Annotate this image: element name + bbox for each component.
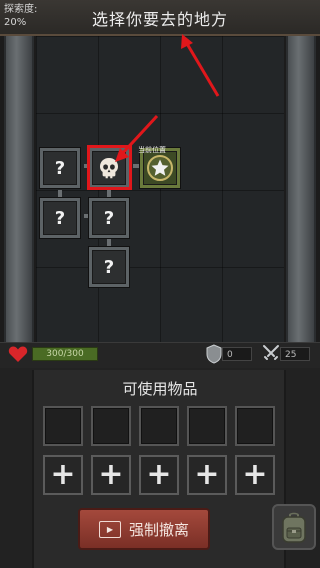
items-title: 可使用物品 <box>122 380 198 398</box>
add-item-button[interactable]: + <box>139 455 179 495</box>
backpack-icon <box>282 512 306 543</box>
star-icon <box>147 155 173 181</box>
add-item-button[interactable]: + <box>91 455 131 495</box>
backpack-button[interactable] <box>272 504 316 550</box>
retreat-label: 强制撤离 <box>128 520 189 539</box>
map-node-unknown[interactable]: ? <box>40 198 80 238</box>
plus-icon: + <box>50 457 76 492</box>
map-connector <box>107 239 111 247</box>
unknown-node-label: ? <box>54 207 66 229</box>
add-item-button[interactable]: + <box>235 455 275 495</box>
map-connector <box>58 190 62 198</box>
map-node-unknown[interactable]: ? <box>40 148 80 188</box>
item-slot[interactable] <box>187 406 227 446</box>
plus-icon: + <box>146 457 172 492</box>
page-title: 选择你要去的地方 <box>91 10 228 29</box>
map-node-unknown[interactable]: ? <box>89 198 129 238</box>
dungeon-map <box>36 36 284 342</box>
add-item-button[interactable]: + <box>43 455 83 495</box>
add-item-button[interactable]: + <box>187 455 227 495</box>
map-connector <box>107 190 111 198</box>
target-highlight <box>87 145 132 190</box>
hp-value: 300/300 <box>46 349 84 359</box>
map-node-unknown[interactable]: ? <box>89 247 129 287</box>
item-slot[interactable] <box>91 406 131 446</box>
map-frame-right <box>286 36 316 342</box>
shield-icon <box>206 344 222 364</box>
plus-icon: + <box>98 457 124 492</box>
armor-value: 0 <box>222 347 252 361</box>
unknown-node-label: ? <box>54 157 66 179</box>
video-play-icon: ▶ <box>98 520 121 538</box>
unknown-node-label: ? <box>103 256 115 278</box>
swords-icon <box>263 345 279 360</box>
attack-value: 25 <box>280 347 310 361</box>
unknown-node-label: ? <box>103 207 115 229</box>
map-frame-left <box>4 36 34 342</box>
plus-icon: + <box>242 457 268 492</box>
heart-icon <box>8 346 28 362</box>
item-slot[interactable] <box>139 406 179 446</box>
current-position-label: 当前位置 <box>138 146 166 154</box>
retreat-button[interactable]: ▶ 强制撤离 <box>78 508 210 550</box>
plus-icon: + <box>194 457 220 492</box>
item-slot[interactable] <box>235 406 275 446</box>
item-slot[interactable] <box>43 406 83 446</box>
